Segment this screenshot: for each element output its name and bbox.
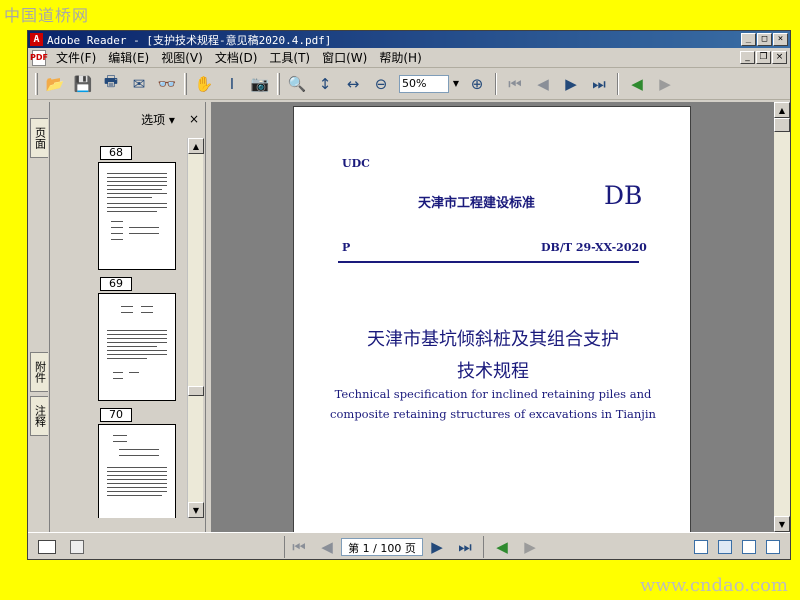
english-title-line-2: composite retaining structures of excava… (330, 407, 656, 421)
document-title-line-1: 天津市基坑倾斜桩及其组合支护 (367, 329, 619, 350)
scroll-up-icon[interactable]: ▲ (774, 102, 790, 118)
toolbar-grip[interactable] (35, 72, 38, 95)
thumbnail-page[interactable] (98, 293, 176, 401)
minimize-button[interactable]: _ (741, 33, 756, 46)
menu-bar: PDF 文件(F) 编辑(E) 视图(V) 文档(D) 工具(T) 窗口(W) … (28, 48, 790, 68)
panel-header: 选项 ▾ × (50, 102, 205, 136)
thumbnail-label[interactable]: 70 (100, 408, 132, 422)
status-go-back-icon[interactable]: ◀ (488, 535, 516, 559)
binoculars-icon[interactable]: 👓 (153, 72, 181, 96)
doc-close-button[interactable]: × (772, 51, 787, 64)
document-title-line-2: 技术规程 (457, 361, 529, 382)
snapshot-icon[interactable]: 📷 (246, 72, 274, 96)
tab-comments[interactable]: 注释 (30, 396, 48, 436)
thumbnail-label[interactable]: 69 (100, 277, 132, 291)
thumbnail-page[interactable] (98, 424, 176, 518)
scroll-down-icon[interactable]: ▼ (774, 516, 790, 532)
scroll-down-icon[interactable]: ▼ (188, 502, 204, 518)
zoom-dropdown-icon[interactable]: ▼ (449, 75, 463, 93)
go-forward-icon[interactable]: ▶ (651, 72, 679, 96)
previous-page-icon[interactable]: ◀ (529, 72, 557, 96)
window-title: Adobe Reader - [支护技术规程-意见稿2020.4.pdf] (47, 33, 332, 47)
scroll-thumb[interactable] (774, 118, 790, 132)
continuous-facing-layout-icon[interactable] (742, 539, 756, 554)
toolbar-grip-3[interactable] (277, 72, 280, 95)
document-view: UDC 天津市工程建设标准 DB P DB/T 29-XX-2020 天津市基坑… (212, 102, 774, 532)
zoom-in-icon[interactable]: 🔍 (283, 72, 311, 96)
status-first-page-icon[interactable]: ⏮ (285, 535, 313, 559)
single-page-layout-icon[interactable] (694, 539, 708, 554)
options-menu[interactable]: 选项 ▾ (141, 111, 175, 128)
doc-restore-button[interactable]: ❐ (756, 51, 771, 64)
thumbnail-page[interactable] (98, 162, 176, 270)
panel-close-icon[interactable]: × (189, 112, 199, 126)
watermark-top: 中国道桥网 (4, 6, 90, 25)
toolbar-separator (495, 72, 497, 95)
toolbar-grip-2[interactable] (184, 72, 187, 95)
fit-width-icon[interactable]: ↔ (339, 72, 367, 96)
status-bar: ⏮ ◀ 第 1 / 100 页 ▶ ⏭ ◀ ▶ (28, 532, 790, 559)
workspace: 页面 附件 注释 选项 ▾ × 68 69 70 ▲ ▼ UDC 天津市工程建设… (28, 102, 790, 532)
pdf-document-icon[interactable]: PDF (30, 49, 48, 66)
facing-layout-icon[interactable] (766, 539, 780, 554)
doc-minimize-button[interactable]: _ (740, 51, 755, 64)
menu-help[interactable]: 帮助(H) (373, 49, 427, 66)
save-icon[interactable]: 💾 (69, 72, 97, 96)
thumbnail-label[interactable]: 68 (100, 146, 132, 160)
document-status-icon[interactable] (70, 539, 84, 554)
email-icon[interactable]: ✉ (125, 72, 153, 96)
hand-icon[interactable]: ✋ (190, 72, 218, 96)
document-scrollbar[interactable]: ▲ ▼ (774, 102, 790, 532)
toolbar-separator-2 (617, 72, 619, 95)
menu-window[interactable]: 窗口(W) (316, 49, 373, 66)
menu-edit[interactable]: 编辑(E) (102, 49, 155, 66)
app-window: A Adobe Reader - [支护技术规程-意见稿2020.4.pdf] … (27, 30, 791, 560)
status-go-forward-icon[interactable]: ▶ (516, 535, 544, 559)
thumbnail-scrollbar[interactable]: ▲ ▼ (187, 138, 204, 518)
tab-pages[interactable]: 页面 (30, 118, 48, 158)
scroll-up-icon[interactable]: ▲ (188, 138, 204, 154)
page-number-field[interactable]: 第 1 / 100 页 (341, 537, 423, 556)
close-button[interactable]: × (773, 33, 788, 46)
standard-code: DB/T 29-XX-2020 (541, 241, 647, 254)
db-label: DB (604, 181, 643, 210)
fit-page-icon[interactable]: ↕ (311, 72, 339, 96)
thumbnails-panel: 选项 ▾ × 68 69 70 ▲ ▼ (50, 102, 206, 532)
continuous-layout-icon[interactable] (718, 539, 732, 554)
status-last-page-icon[interactable]: ⏭ (451, 535, 479, 559)
toolbar: 📂 💾 🖶 ✉ 👓 ✋ I 📷 🔍 ↕ ↔ ⊖ 50% ▼ ⊕ ⏮ ◀ ▶ ⏭ … (28, 68, 790, 100)
standard-name: 天津市工程建设标准 (418, 196, 536, 211)
adobe-reader-icon: A (30, 33, 43, 46)
watermark-bottom: www.cndao.com (640, 575, 788, 596)
last-page-icon[interactable]: ⏭ (585, 72, 613, 96)
p-label: P (342, 241, 351, 254)
first-page-icon[interactable]: ⏮ (501, 72, 529, 96)
title-bar: A Adobe Reader - [支护技术规程-意见稿2020.4.pdf] … (28, 31, 790, 48)
status-next-page-icon[interactable]: ▶ (423, 535, 451, 559)
english-title-line-1: Technical specification for inclined ret… (334, 387, 652, 401)
scroll-thumb[interactable] (188, 386, 204, 396)
zoom-input[interactable]: 50% (399, 74, 449, 93)
zoom-out-icon[interactable]: ⊖ (367, 72, 395, 96)
open-icon[interactable]: 📂 (41, 72, 69, 96)
navigation-tabs: 页面 附件 注释 (28, 102, 50, 532)
udc-label: UDC (342, 157, 370, 170)
thumbnail-list: 68 69 70 (54, 138, 187, 518)
menu-view[interactable]: 视图(V) (155, 49, 209, 66)
monitor-icon[interactable] (38, 539, 56, 554)
header-rule (338, 261, 639, 263)
document-page: UDC 天津市工程建设标准 DB P DB/T 29-XX-2020 天津市基坑… (293, 106, 691, 532)
zoom-plus-icon[interactable]: ⊕ (463, 72, 491, 96)
maximize-button[interactable]: □ (757, 33, 772, 46)
go-back-icon[interactable]: ◀ (623, 72, 651, 96)
menu-file[interactable]: 文件(F) (50, 49, 102, 66)
menu-tools[interactable]: 工具(T) (263, 49, 316, 66)
text-select-icon[interactable]: I (218, 72, 246, 96)
print-icon[interactable]: 🖶 (97, 72, 125, 96)
menu-document[interactable]: 文档(D) (209, 49, 264, 66)
status-previous-page-icon[interactable]: ◀ (313, 535, 341, 559)
next-page-icon[interactable]: ▶ (557, 72, 585, 96)
tab-attachments[interactable]: 附件 (30, 352, 48, 392)
